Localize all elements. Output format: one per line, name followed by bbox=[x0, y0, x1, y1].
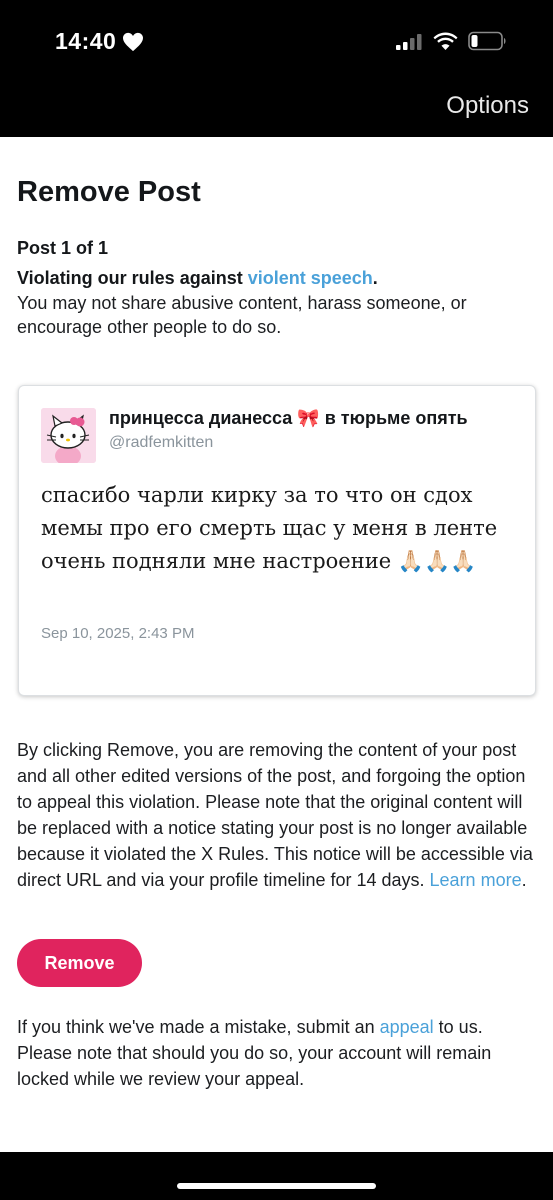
bottom-bar bbox=[0, 1152, 553, 1200]
rule-prefix: Violating our rules against bbox=[17, 268, 248, 288]
explanation-text: By clicking Remove, you are removing the… bbox=[17, 740, 533, 890]
appeal-prefix: If you think we've made a mistake, submi… bbox=[17, 1017, 380, 1037]
page-title: Remove Post bbox=[17, 176, 201, 208]
top-bar: 14:40 Options bbox=[0, 0, 553, 137]
home-indicator[interactable] bbox=[177, 1183, 376, 1189]
status-time-label: 14:40 bbox=[55, 28, 117, 54]
violent-speech-link[interactable]: violent speech bbox=[248, 268, 373, 288]
tweet-date: Sep 10, 2025, 2:43 PM bbox=[41, 625, 195, 642]
remove-post-content: Remove Post Post 1 of 1 Violating our ru… bbox=[17, 137, 537, 1089]
tweet-card: принцесса дианесса 🎀 в тюрьме опять @rad… bbox=[18, 385, 536, 696]
explanation-end: . bbox=[521, 870, 527, 890]
tweet-text: спасибо чарли кирку за то что он сдох ме… bbox=[41, 483, 498, 573]
wifi-icon bbox=[433, 32, 458, 50]
tweet-display-name[interactable]: принцесса дианесса 🎀 в тюрьме опять bbox=[109, 408, 468, 429]
avatar bbox=[41, 408, 96, 463]
removal-explanation: By clicking Remove, you are removing the… bbox=[17, 737, 537, 893]
battery-icon bbox=[468, 31, 506, 51]
cellular-signal-icon bbox=[396, 34, 422, 50]
remove-button[interactable]: Remove bbox=[17, 939, 142, 987]
status-bar-time: 14:40 bbox=[55, 28, 144, 55]
violation-rule: Violating our rules against violent spee… bbox=[17, 266, 537, 290]
post-count: Post 1 of 1 bbox=[17, 238, 109, 258]
hello-kitty-avatar-icon bbox=[41, 408, 96, 463]
tweet-handle[interactable]: @radfemkitten bbox=[109, 434, 213, 452]
appeal-link[interactable]: appeal bbox=[380, 1017, 434, 1037]
appeal-note: If you think we've made a mistake, submi… bbox=[17, 1014, 542, 1092]
options-button[interactable]: Options bbox=[446, 92, 529, 120]
rule-description: You may not share abusive content, haras… bbox=[17, 293, 467, 337]
rule-suffix: . bbox=[372, 268, 378, 288]
heart-icon bbox=[123, 32, 144, 51]
learn-more-link[interactable]: Learn more bbox=[430, 870, 522, 890]
